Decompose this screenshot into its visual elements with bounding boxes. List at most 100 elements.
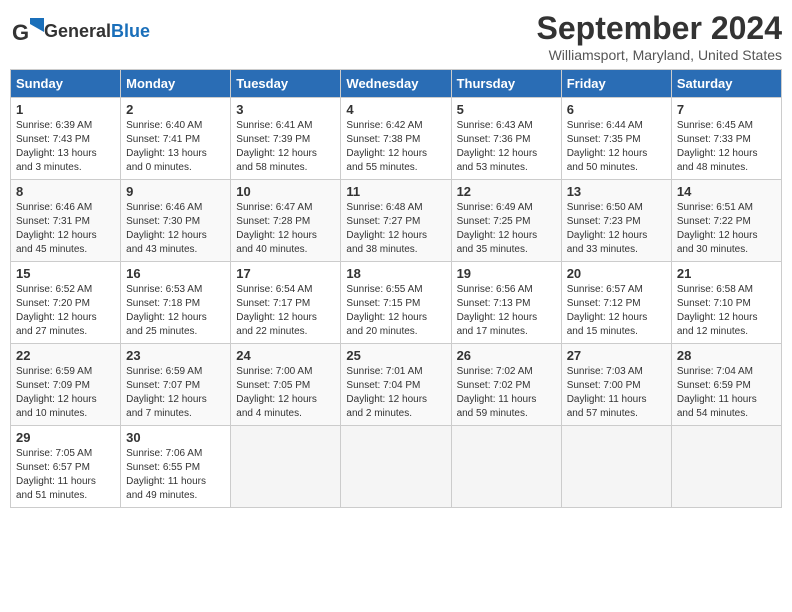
day-cell: 18 Sunrise: 6:55 AMSunset: 7:15 PMDayligh… [341,262,451,344]
day-cell: 29 Sunrise: 7:05 AMSunset: 6:57 PMDayligh… [11,426,121,508]
day-number: 4 [346,102,445,117]
day-cell: 26 Sunrise: 7:02 AMSunset: 7:02 PMDayligh… [451,344,561,426]
calendar-table: Sunday Monday Tuesday Wednesday Thursday… [10,69,782,508]
day-cell: 8 Sunrise: 6:46 AMSunset: 7:31 PMDaylight… [11,180,121,262]
svg-text:G: G [12,20,29,45]
day-info: Sunrise: 6:57 AMSunset: 7:12 PMDaylight:… [567,283,666,339]
day-info: Sunrise: 7:06 AMSunset: 6:55 PMDaylight:… [126,447,225,503]
day-number: 29 [16,430,115,445]
day-info: Sunrise: 6:58 AMSunset: 7:10 PMDaylight:… [677,283,776,339]
day-number: 18 [346,266,445,281]
day-info: Sunrise: 6:55 AMSunset: 7:15 PMDaylight:… [346,283,445,339]
week-row-4: 22 Sunrise: 6:59 AMSunset: 7:09 PMDayligh… [11,344,782,426]
day-info: Sunrise: 6:46 AMSunset: 7:31 PMDaylight:… [16,201,115,257]
day-number: 22 [16,348,115,363]
week-row-5: 29 Sunrise: 7:05 AMSunset: 6:57 PMDayligh… [11,426,782,508]
day-number: 26 [457,348,556,363]
col-friday: Friday [561,70,671,98]
col-monday: Monday [121,70,231,98]
day-info: Sunrise: 6:43 AMSunset: 7:36 PMDaylight:… [457,119,556,175]
day-cell [341,426,451,508]
day-number: 13 [567,184,666,199]
logo: G GeneralBlue [10,10,150,48]
day-cell: 15 Sunrise: 6:52 AMSunset: 7:20 PMDayligh… [11,262,121,344]
day-info: Sunrise: 6:50 AMSunset: 7:23 PMDaylight:… [567,201,666,257]
day-info: Sunrise: 6:39 AMSunset: 7:43 PMDaylight:… [16,119,115,175]
day-cell: 24 Sunrise: 7:00 AMSunset: 7:05 PMDayligh… [231,344,341,426]
day-number: 20 [567,266,666,281]
day-number: 6 [567,102,666,117]
day-cell: 14 Sunrise: 6:51 AMSunset: 7:22 PMDayligh… [671,180,781,262]
day-number: 30 [126,430,225,445]
day-cell [671,426,781,508]
day-cell: 9 Sunrise: 6:46 AMSunset: 7:30 PMDaylight… [121,180,231,262]
logo-blue-text: Blue [111,21,150,41]
day-info: Sunrise: 6:42 AMSunset: 7:38 PMDaylight:… [346,119,445,175]
day-cell: 20 Sunrise: 6:57 AMSunset: 7:12 PMDayligh… [561,262,671,344]
day-info: Sunrise: 6:51 AMSunset: 7:22 PMDaylight:… [677,201,776,257]
day-info: Sunrise: 6:44 AMSunset: 7:35 PMDaylight:… [567,119,666,175]
day-cell [451,426,561,508]
day-info: Sunrise: 6:53 AMSunset: 7:18 PMDaylight:… [126,283,225,339]
day-cell: 19 Sunrise: 6:56 AMSunset: 7:13 PMDayligh… [451,262,561,344]
col-thursday: Thursday [451,70,561,98]
day-info: Sunrise: 6:59 AMSunset: 7:09 PMDaylight:… [16,365,115,421]
day-info: Sunrise: 6:59 AMSunset: 7:07 PMDaylight:… [126,365,225,421]
logo-general-text: General [44,21,111,41]
col-saturday: Saturday [671,70,781,98]
page-header: G GeneralBlue September 2024 Williamspor… [10,10,782,63]
day-cell: 5 Sunrise: 6:43 AMSunset: 7:36 PMDaylight… [451,98,561,180]
day-info: Sunrise: 6:56 AMSunset: 7:13 PMDaylight:… [457,283,556,339]
day-cell: 7Sunrise: 6:45 AMSunset: 7:33 PMDaylight… [671,98,781,180]
day-cell: 4 Sunrise: 6:42 AMSunset: 7:38 PMDaylight… [341,98,451,180]
day-cell: 1 Sunrise: 6:39 AMSunset: 7:43 PMDaylight… [11,98,121,180]
day-number: 25 [346,348,445,363]
day-number: 16 [126,266,225,281]
day-number: 11 [346,184,445,199]
day-info: Sunrise: 6:54 AMSunset: 7:17 PMDaylight:… [236,283,335,339]
day-number: 21 [677,266,776,281]
day-cell: 22 Sunrise: 6:59 AMSunset: 7:09 PMDayligh… [11,344,121,426]
day-number: 5 [457,102,556,117]
day-number: 24 [236,348,335,363]
header-row: Sunday Monday Tuesday Wednesday Thursday… [11,70,782,98]
day-info: Sunrise: 6:40 AMSunset: 7:41 PMDaylight:… [126,119,225,175]
day-number: 8 [16,184,115,199]
day-info: Sunrise: 6:45 AMSunset: 7:33 PMDaylight:… [677,119,776,175]
day-cell: 25Sunrise: 7:01 AMSunset: 7:04 PMDayligh… [341,344,451,426]
day-number: 23 [126,348,225,363]
day-cell: 12Sunrise: 6:49 AMSunset: 7:25 PMDayligh… [451,180,561,262]
day-info: Sunrise: 6:46 AMSunset: 7:30 PMDaylight:… [126,201,225,257]
day-info: Sunrise: 7:03 AMSunset: 7:00 PMDaylight:… [567,365,666,421]
day-cell: 13 Sunrise: 6:50 AMSunset: 7:23 PMDayligh… [561,180,671,262]
day-number: 19 [457,266,556,281]
day-info: Sunrise: 6:47 AMSunset: 7:28 PMDaylight:… [236,201,335,257]
day-number: 15 [16,266,115,281]
day-cell: 11 Sunrise: 6:48 AMSunset: 7:27 PMDayligh… [341,180,451,262]
day-cell [561,426,671,508]
week-row-2: 8 Sunrise: 6:46 AMSunset: 7:31 PMDaylight… [11,180,782,262]
day-info: Sunrise: 6:48 AMSunset: 7:27 PMDaylight:… [346,201,445,257]
col-wednesday: Wednesday [341,70,451,98]
col-tuesday: Tuesday [231,70,341,98]
day-info: Sunrise: 7:02 AMSunset: 7:02 PMDaylight:… [457,365,556,421]
day-info: Sunrise: 7:00 AMSunset: 7:05 PMDaylight:… [236,365,335,421]
day-info: Sunrise: 6:41 AMSunset: 7:39 PMDaylight:… [236,119,335,175]
day-number: 14 [677,184,776,199]
day-number: 10 [236,184,335,199]
day-cell [231,426,341,508]
day-number: 1 [16,102,115,117]
day-number: 17 [236,266,335,281]
day-number: 9 [126,184,225,199]
logo-icon: G [10,14,44,48]
day-cell: 2Sunrise: 6:40 AMSunset: 7:41 PMDaylight… [121,98,231,180]
day-cell: 27Sunrise: 7:03 AMSunset: 7:00 PMDayligh… [561,344,671,426]
day-cell: 6 Sunrise: 6:44 AMSunset: 7:35 PMDaylight… [561,98,671,180]
day-info: Sunrise: 7:04 AMSunset: 6:59 PMDaylight:… [677,365,776,421]
col-sunday: Sunday [11,70,121,98]
day-cell: 23 Sunrise: 6:59 AMSunset: 7:07 PMDayligh… [121,344,231,426]
day-info: Sunrise: 7:05 AMSunset: 6:57 PMDaylight:… [16,447,115,503]
day-number: 28 [677,348,776,363]
day-info: Sunrise: 6:52 AMSunset: 7:20 PMDaylight:… [16,283,115,339]
day-cell: 17 Sunrise: 6:54 AMSunset: 7:17 PMDayligh… [231,262,341,344]
